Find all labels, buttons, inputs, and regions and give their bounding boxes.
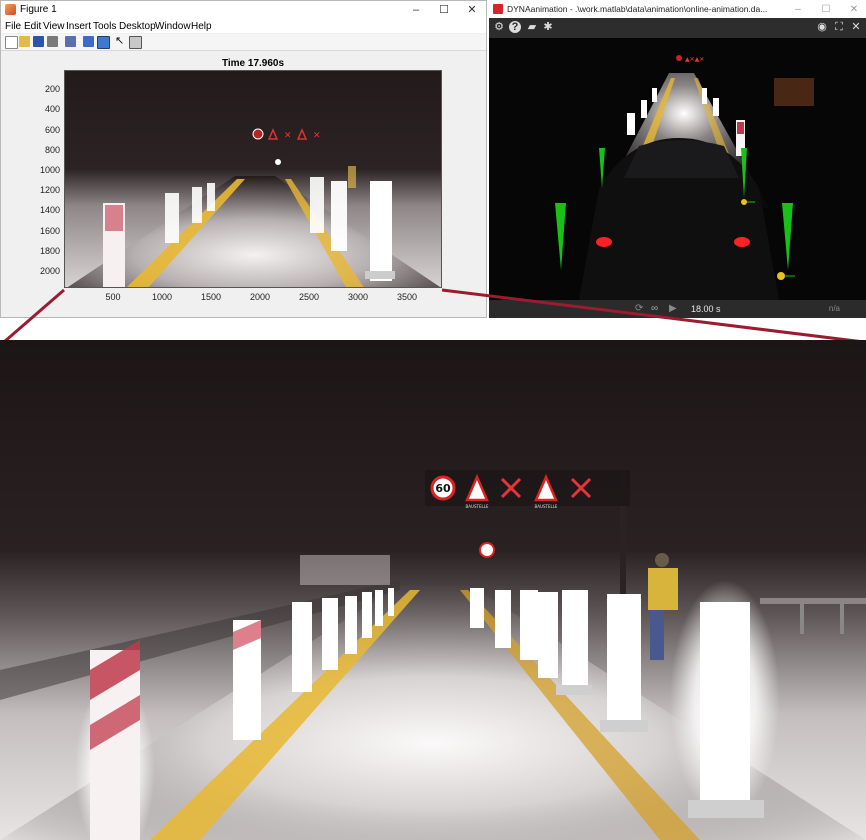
svg-text:✕: ✕ [284, 131, 292, 141]
figure-title: Figure 1 [20, 4, 57, 15]
dyna-title: DYNAanimation - .\work.matlab\data\anima… [507, 4, 768, 14]
menu-view[interactable]: View [43, 21, 65, 32]
print-preview-icon[interactable] [65, 36, 76, 47]
roadworks-sign-caption: BAUSTELLE [535, 504, 558, 509]
bug-icon[interactable]: ✱ [542, 21, 554, 33]
dynaanimation-window: DYNAanimation - .\work.matlab\data\anima… [489, 0, 866, 318]
play-icon[interactable]: ▶ [669, 303, 677, 314]
dyna-close-button[interactable]: ✕ [846, 3, 862, 17]
dyna-app-icon [493, 4, 503, 14]
x-tick-label: 1500 [200, 292, 222, 302]
menu-file[interactable]: File [5, 21, 21, 32]
settings-icon[interactable]: ⚙ [493, 21, 505, 33]
print-icon[interactable] [47, 36, 58, 47]
y-tick-label: 1000 [39, 165, 60, 175]
y-tick-label: 1800 [39, 246, 60, 256]
help-icon[interactable]: ? [509, 21, 521, 33]
save-icon[interactable] [33, 36, 44, 47]
y-tick-label: 2000 [39, 266, 60, 276]
zoomed-road-scene: 60 BAUSTELLE BAUSTELLE [0, 340, 866, 840]
y-tick-label: 800 [44, 145, 60, 155]
na-label: n/a [828, 304, 840, 313]
dyna-minimize-button[interactable]: – [790, 3, 806, 17]
y-tick-label: 1600 [39, 226, 60, 236]
dyna-3d-view[interactable]: ▲✕▲✕ [489, 38, 866, 300]
road-scene-thumbnail: ✕ ✕ [65, 71, 441, 287]
link-icon[interactable]: ∞ [651, 303, 658, 314]
matlab-figure-icon [5, 4, 16, 15]
figure-toolbar: ↖ [1, 34, 486, 51]
figure-title-bar: Figure 1 – ☐ ✕ [1, 1, 486, 20]
menu-help[interactable]: Help [191, 21, 212, 32]
x-tick-label: 2000 [249, 292, 271, 302]
menu-insert[interactable]: Insert [66, 21, 91, 32]
dyna-maximize-button[interactable]: ☐ [818, 3, 834, 17]
night-road-render: ▲✕▲✕ [489, 38, 866, 300]
minimize-button[interactable]: – [408, 3, 424, 17]
menu-tools[interactable]: Tools [93, 21, 116, 32]
maximize-button[interactable]: ☐ [436, 3, 452, 17]
y-tick-label: 400 [44, 104, 60, 114]
eye-icon[interactable]: ◉ [816, 21, 828, 33]
y-tick-label: 1400 [39, 205, 60, 215]
x-tick-label: 500 [105, 292, 121, 302]
plot-title: Time 17.960s [221, 58, 285, 69]
menu-window[interactable]: Window [155, 21, 191, 32]
y-tick-label: 600 [44, 125, 60, 135]
menu-edit[interactable]: Edit [24, 21, 41, 32]
new-figure-icon[interactable] [5, 36, 18, 49]
x-tick-label: 3000 [347, 292, 369, 302]
insert-colorbar-icon[interactable] [97, 36, 110, 49]
roadworks-sign-caption: BAUSTELLE [466, 504, 489, 509]
open-icon[interactable] [19, 36, 30, 47]
refresh-icon[interactable]: ⟳ [635, 303, 643, 314]
x-tick-label: 1000 [151, 292, 173, 302]
close-button[interactable]: ✕ [464, 3, 480, 17]
menu-desktop[interactable]: Desktop [119, 21, 156, 32]
speed-limit-sign: 60 [435, 482, 451, 495]
playback-time: 18.00 s [691, 304, 721, 314]
zoomed-road-image: 60 BAUSTELLE BAUSTELLE [0, 340, 866, 840]
fullscreen-icon[interactable]: ⛶ [833, 21, 845, 33]
dyna-status-bar: ⟳ ∞ ▶ 18.00 s n/a [489, 300, 866, 318]
y-tick-label: 1200 [39, 185, 60, 195]
close-icon[interactable]: ✕ [850, 21, 862, 33]
y-tick-label: 200 [44, 84, 60, 94]
svg-text:▲✕▲✕: ▲✕▲✕ [685, 56, 704, 63]
svg-text:✕: ✕ [313, 131, 321, 141]
dyna-toolbar: ⚙ ? ▰ ✱ ◉ ⛶ ✕ [489, 18, 866, 38]
dyna-title-bar: DYNAanimation - .\work.matlab\data\anima… [489, 0, 866, 19]
link-icon[interactable] [83, 36, 94, 47]
open-folder-icon[interactable]: ▰ [526, 21, 538, 33]
property-editor-icon[interactable] [129, 36, 142, 49]
plot-image: ✕ ✕ [64, 70, 442, 288]
menu-bar: File Edit View Insert Tools Desktop Wind… [1, 20, 486, 33]
x-tick-label: 3500 [396, 292, 418, 302]
pointer-icon[interactable]: ↖ [115, 36, 126, 47]
x-tick-label: 2500 [298, 292, 320, 302]
